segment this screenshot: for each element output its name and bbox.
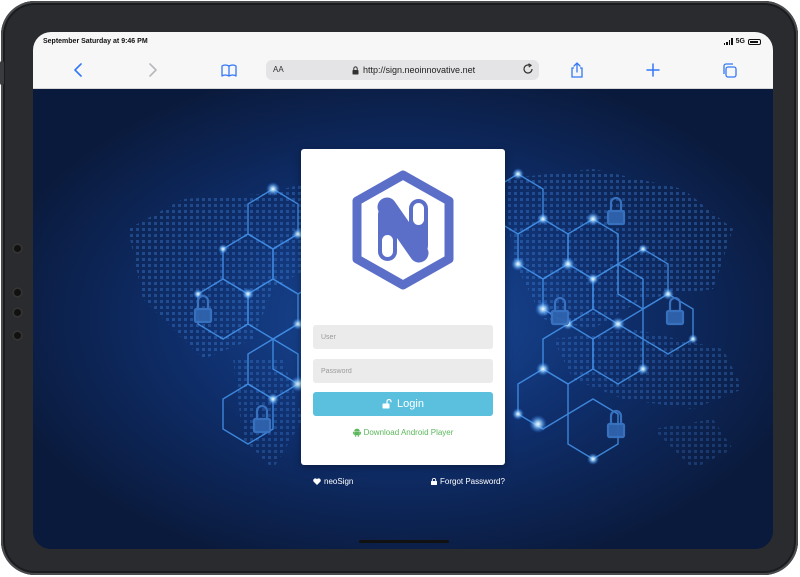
browser-toolbar: AA http://sign.neoinnovative.net — [33, 52, 773, 89]
share-button[interactable] — [567, 60, 587, 80]
reload-icon — [523, 63, 533, 74]
text-size-button[interactable]: AA — [273, 65, 284, 74]
address-bar[interactable]: AA http://sign.neoinnovative.net — [266, 60, 539, 80]
status-indicators: 5G — [723, 38, 761, 45]
back-button[interactable] — [68, 60, 88, 80]
forgot-password-label: Forgot Password? — [440, 477, 505, 486]
side-dot — [12, 287, 23, 298]
download-label: Download Android Player — [363, 428, 454, 437]
forgot-password-link[interactable]: Forgot Password? — [431, 477, 505, 486]
tabs-icon — [722, 62, 737, 78]
url-text: http://sign.neoinnovative.net — [363, 65, 476, 75]
tabs-button[interactable] — [719, 60, 739, 80]
login-label: Login — [397, 398, 424, 410]
lock-icon — [352, 65, 359, 74]
network-label: 5G — [735, 38, 745, 45]
page-content: Login Download Android Player neoSign Fo… — [33, 89, 773, 549]
neosign-label: neoSign — [324, 477, 354, 486]
bookmarks-icon — [221, 63, 237, 77]
side-dot-3 — [12, 330, 23, 341]
forward-icon — [149, 63, 157, 77]
tablet-device-frame: September Saturday at 9:46 PM 5G AA http… — [0, 1, 798, 575]
url-display: http://sign.neoinnovative.net — [352, 65, 475, 75]
new-tab-button[interactable] — [643, 60, 663, 80]
reload-button[interactable] — [522, 63, 534, 77]
volume-up-button — [12, 243, 23, 254]
new-tab-icon — [646, 63, 660, 77]
password-input[interactable] — [313, 359, 493, 383]
forward-button[interactable] — [143, 60, 163, 80]
battery-icon — [748, 38, 761, 45]
back-icon — [74, 63, 82, 77]
text-size-label: AA — [273, 65, 284, 74]
android-icon — [352, 428, 361, 437]
share-icon — [571, 62, 583, 78]
side-dot-2 — [12, 307, 23, 318]
tablet-screen: September Saturday at 9:46 PM 5G AA http… — [33, 32, 773, 549]
neosign-logo — [352, 170, 454, 290]
bookmarks-button[interactable] — [219, 60, 239, 80]
signal-icon — [723, 38, 733, 45]
home-indicator[interactable] — [359, 540, 449, 543]
download-android-player-link[interactable]: Download Android Player — [301, 428, 505, 437]
user-input[interactable] — [313, 325, 493, 349]
status-bar: September Saturday at 9:46 PM 5G — [33, 32, 773, 52]
side-button — [0, 61, 4, 85]
lock-small-icon — [431, 478, 437, 485]
login-button[interactable]: Login — [313, 392, 493, 416]
unlock-icon — [382, 399, 392, 409]
neosign-link[interactable]: neoSign — [313, 477, 353, 486]
login-card: Login Download Android Player — [301, 149, 505, 465]
status-time: September Saturday at 9:46 PM — [43, 38, 148, 45]
heart-icon — [313, 478, 321, 485]
